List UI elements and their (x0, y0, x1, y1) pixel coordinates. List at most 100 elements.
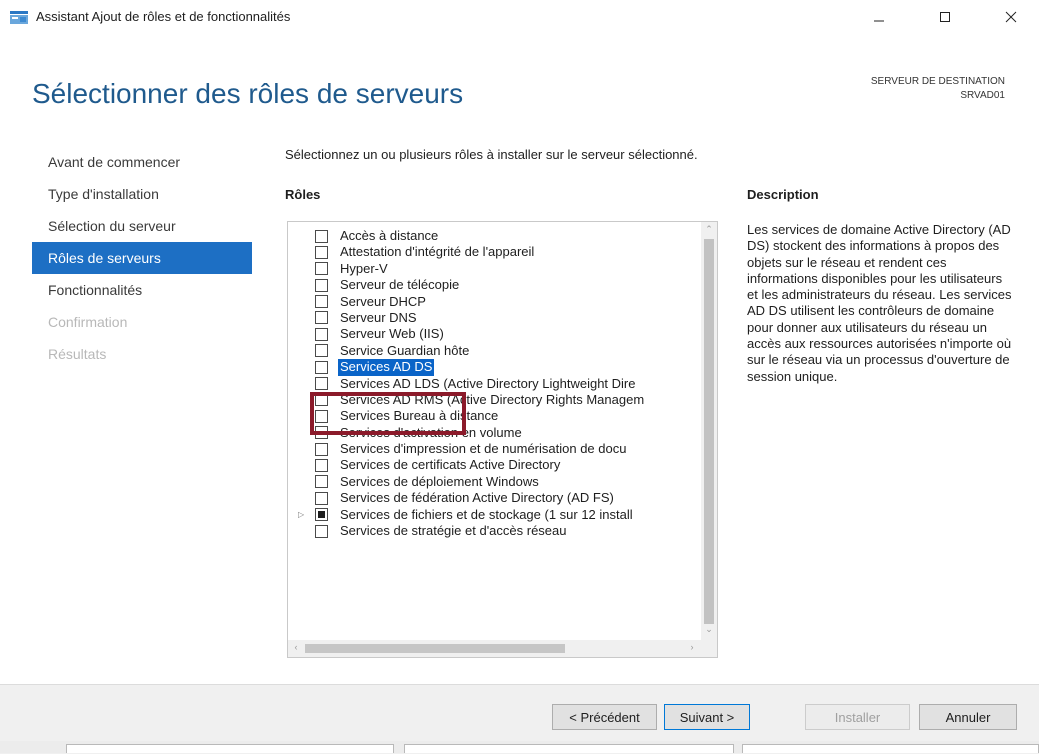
role-row[interactable]: Hyper-V (288, 261, 701, 277)
role-checkbox[interactable] (315, 278, 328, 292)
role-row[interactable]: Services de stratégie et d'accès réseau (288, 523, 701, 539)
role-row[interactable]: Services AD RMS (Active Directory Rights… (288, 392, 701, 408)
role-label: Services de fédération Active Directory … (340, 490, 614, 506)
role-label: Serveur Web (IIS) (340, 326, 444, 342)
destination-server-info: SERVEUR DE DESTINATION SRVAD01 (871, 75, 1005, 103)
window-title: Assistant Ajout de rôles et de fonctionn… (36, 9, 291, 24)
roles-list: Accès à distance Attestation d'intégrité … (288, 228, 701, 539)
role-checkbox[interactable] (315, 426, 328, 440)
nav-item-confirmation: Confirmation (48, 314, 128, 330)
close-button[interactable] (988, 0, 1034, 34)
role-label: Serveur de télécopie (340, 277, 460, 293)
nav-item-fonctionnalites[interactable]: Fonctionnalités (32, 274, 252, 306)
role-row[interactable]: Services AD DS (288, 359, 701, 376)
role-row[interactable]: Attestation d'intégrité de l'appareil (288, 244, 701, 260)
role-checkbox[interactable] (315, 508, 328, 522)
destination-label: SERVEUR DE DESTINATION (870, 76, 1005, 87)
role-row[interactable]: Services d'impression et de numérisation… (288, 441, 701, 457)
role-label: Services AD LDS (Active Directory Lightw… (340, 375, 636, 391)
role-checkbox[interactable] (315, 377, 328, 391)
next-button[interactable]: Suivant > (664, 704, 750, 730)
vertical-scroll-thumb[interactable] (704, 239, 714, 624)
role-row[interactable]: Serveur de télécopie (288, 277, 701, 293)
role-checkbox[interactable] (315, 491, 328, 505)
nav-item-avant-de-commencer[interactable]: Avant de commencer (32, 146, 252, 178)
maximize-icon (940, 12, 950, 22)
nav-item-type-installation[interactable]: Type d'installation (32, 178, 252, 210)
role-checkbox[interactable] (315, 409, 328, 423)
role-checkbox[interactable] (315, 295, 328, 309)
role-label: Services AD RMS (Active Directory Rights… (340, 391, 645, 407)
roles-listbox[interactable]: Accès à distance Attestation d'intégrité … (287, 221, 718, 658)
instruction-text: Sélectionnez un ou plusieurs rôles à ins… (285, 147, 698, 162)
role-row[interactable]: Service Guardian hôte (288, 343, 701, 359)
scroll-up-icon[interactable]: ⌃ (701, 224, 717, 235)
close-icon (1005, 11, 1017, 23)
role-checkbox[interactable] (315, 245, 328, 259)
nav-item-selection-serveur[interactable]: Sélection du serveur (32, 210, 252, 242)
role-label: Services d'impression et de numérisation… (340, 441, 627, 457)
role-checkbox[interactable] (315, 229, 328, 243)
role-label: Services de certificats Active Directory (340, 457, 561, 473)
roles-heading: Rôles (285, 187, 321, 202)
scroll-down-icon[interactable]: ⌄ (701, 624, 717, 635)
previous-button[interactable]: < Précédent (552, 704, 657, 730)
role-checkbox[interactable] (315, 475, 328, 489)
nav-item-resultats: Résultats (48, 346, 107, 362)
role-row[interactable]: Services AD LDS (Active Directory Lightw… (288, 376, 701, 392)
role-label: Services Bureau à distance (340, 408, 499, 424)
bottom-panel-right (742, 744, 1039, 753)
vertical-scrollbar[interactable]: ⌃ ⌄ (701, 222, 717, 640)
role-label: Serveur DHCP (340, 293, 426, 309)
wizard-nav: Avant de commencer Type d'installation S… (32, 146, 252, 370)
horizontal-scrollbar[interactable]: ‹ › (288, 640, 717, 657)
scroll-right-icon[interactable]: › (684, 642, 700, 652)
role-checkbox[interactable] (315, 262, 328, 276)
role-row[interactable]: Services de certificats Active Directory (288, 457, 701, 473)
description-heading: Description (747, 187, 819, 202)
description-text: Les services de domaine Active Directory… (747, 222, 1012, 384)
role-row[interactable]: Serveur DHCP (288, 294, 701, 310)
horizontal-scroll-thumb[interactable] (305, 644, 565, 653)
role-label: Services de stratégie et d'accès réseau (340, 523, 567, 539)
role-checkbox[interactable] (315, 524, 328, 538)
maximize-button[interactable] (922, 0, 968, 34)
role-label: Hyper-V (340, 260, 388, 276)
expand-icon[interactable]: ▷ (298, 507, 304, 523)
role-label: Services de fichiers et de stockage (1 s… (340, 506, 633, 522)
install-button: Installer (805, 704, 910, 730)
minimize-icon (874, 20, 884, 22)
page-title: Sélectionner des rôles de serveurs (32, 78, 464, 109)
title-bar: Assistant Ajout de rôles et de fonctionn… (0, 0, 1039, 34)
role-row[interactable]: Services de déploiement Windows (288, 474, 701, 490)
role-label: Attestation d'intégrité de l'appareil (340, 244, 535, 260)
role-label: Services AD DS (338, 359, 435, 376)
role-row[interactable]: Serveur Web (IIS) (288, 326, 701, 342)
minimize-button[interactable] (856, 0, 902, 34)
role-label: Serveur DNS (340, 309, 417, 325)
role-checkbox[interactable] (315, 442, 328, 456)
scroll-left-icon[interactable]: ‹ (288, 642, 304, 652)
role-label: Services d'activation en volume (340, 424, 522, 440)
role-checkbox[interactable] (315, 360, 328, 374)
role-checkbox[interactable] (315, 327, 328, 341)
role-row[interactable]: ▷ Services de fichiers et de stockage (1 … (288, 507, 701, 523)
bottom-panel-middle (404, 744, 734, 753)
server-manager-icon (10, 11, 28, 24)
role-checkbox[interactable] (315, 393, 328, 407)
role-row[interactable]: Services Bureau à distance (288, 408, 701, 424)
role-label: Accès à distance (340, 228, 439, 243)
destination-server: SRVAD01 (960, 90, 1005, 101)
bottom-panel-left (66, 744, 394, 753)
role-row[interactable]: Services d'activation en volume (288, 425, 701, 441)
nav-item-roles-serveurs[interactable]: Rôles de serveurs (32, 242, 252, 274)
role-checkbox[interactable] (315, 311, 328, 325)
role-label: Service Guardian hôte (340, 342, 470, 358)
role-label: Services de déploiement Windows (340, 473, 539, 489)
role-checkbox[interactable] (315, 458, 328, 472)
role-checkbox[interactable] (315, 344, 328, 358)
cancel-button[interactable]: Annuler (919, 704, 1017, 730)
role-row[interactable]: Services de fédération Active Directory … (288, 490, 701, 506)
role-row[interactable]: Serveur DNS (288, 310, 701, 326)
role-row[interactable]: Accès à distance (288, 228, 701, 244)
